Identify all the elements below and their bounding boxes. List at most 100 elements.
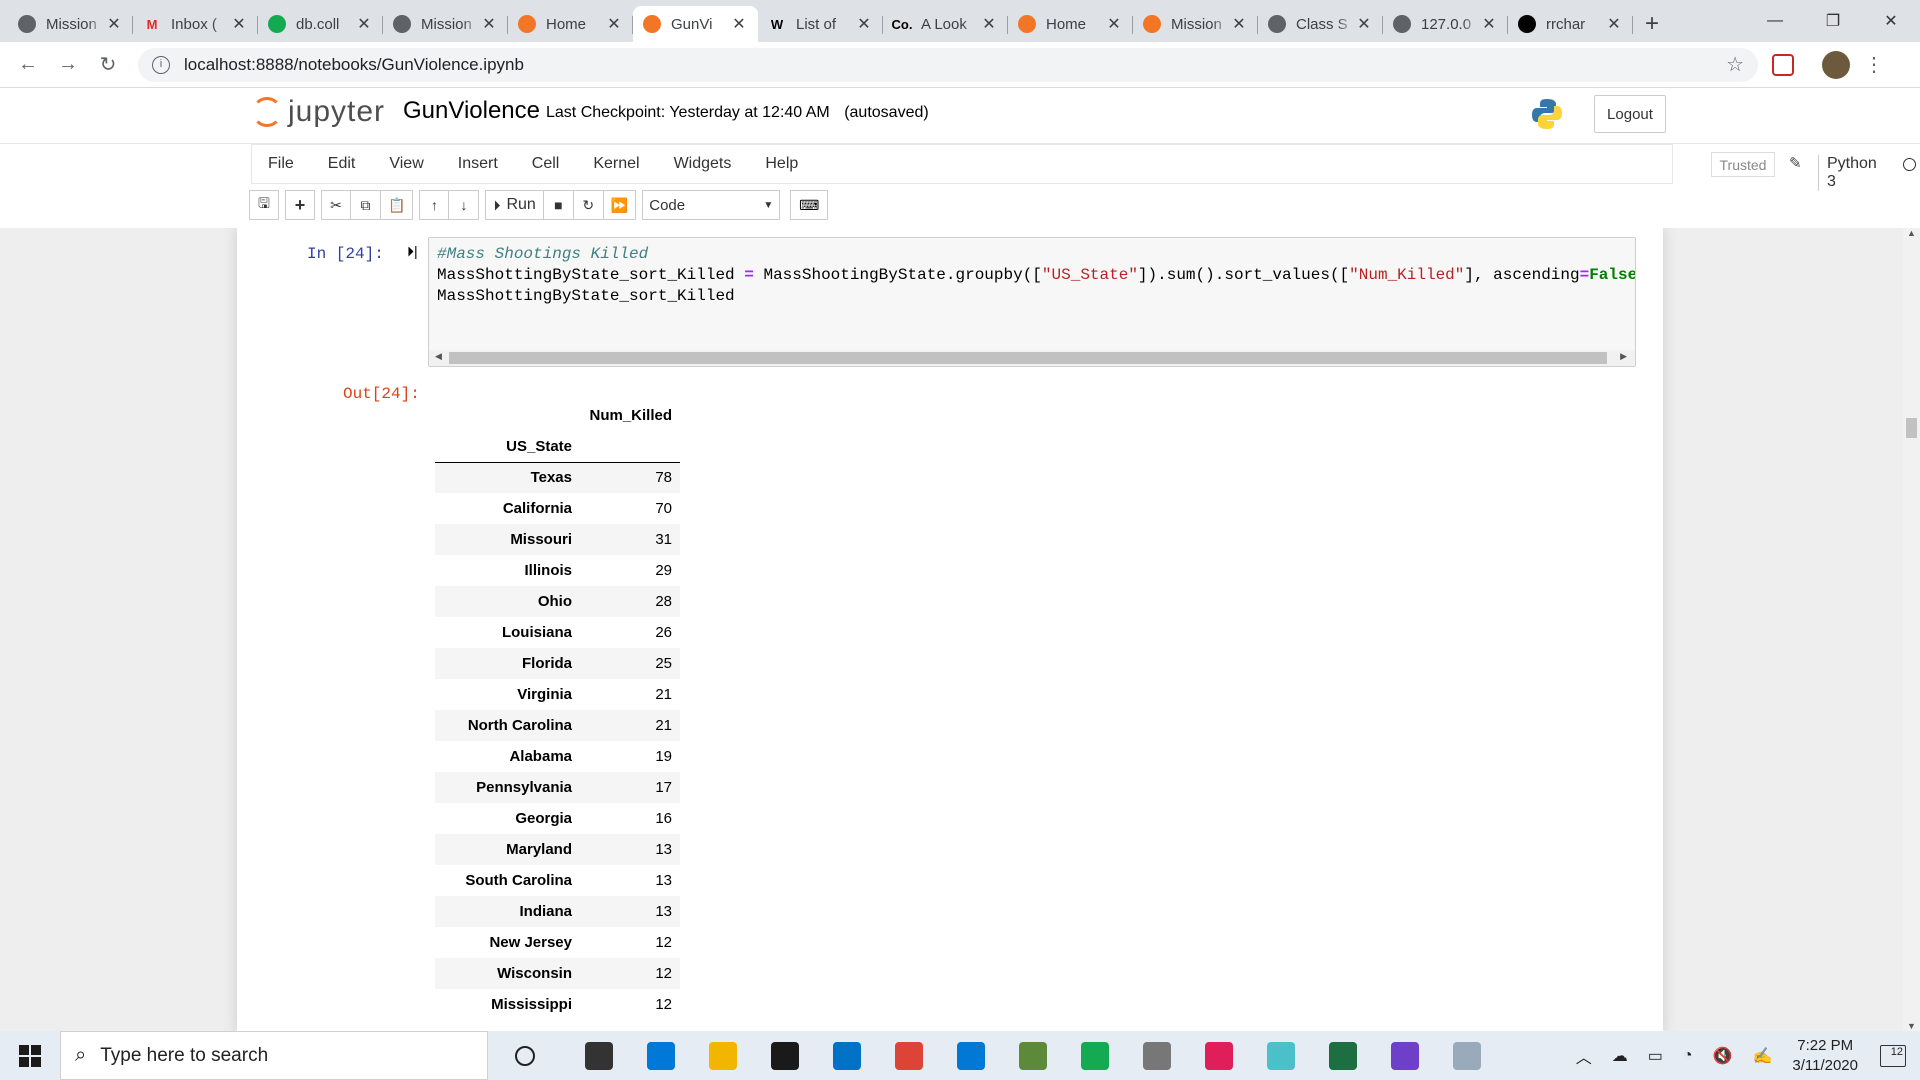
restore-button[interactable]: ❐ — [1804, 0, 1862, 42]
reload-button[interactable]: ↻ — [88, 52, 128, 77]
browser-tab[interactable]: Home ✕ — [508, 6, 633, 42]
close-icon[interactable]: ✕ — [1105, 14, 1123, 34]
chrome-icon[interactable] — [878, 1031, 940, 1080]
menu-item-kernel[interactable]: Kernel — [576, 155, 656, 173]
close-icon[interactable]: ✕ — [980, 14, 998, 34]
trusted-indicator[interactable]: Trusted — [1711, 152, 1775, 177]
vscode-icon[interactable] — [940, 1031, 1002, 1080]
scroll-up-icon[interactable]: ▲ — [1903, 228, 1920, 238]
browser-tab[interactable]: db.coll ✕ — [258, 6, 383, 42]
forward-button[interactable]: → — [48, 53, 88, 76]
menu-item-widgets[interactable]: Widgets — [657, 155, 749, 173]
gitkraken-icon[interactable] — [1250, 1031, 1312, 1080]
scrollbar-thumb[interactable] — [449, 352, 1607, 364]
onedrive-icon[interactable]: ☁ — [1612, 1046, 1628, 1066]
move-up-icon[interactable]: ↑ — [419, 190, 450, 220]
excel-icon[interactable] — [1312, 1031, 1374, 1080]
restart-run-all-icon[interactable]: ⏩ — [603, 190, 637, 220]
code-editor[interactable]: #Mass Shootings Killed MassShottingBySta… — [428, 237, 1636, 367]
close-icon[interactable]: ✕ — [855, 14, 873, 34]
github-desktop-icon[interactable] — [1374, 1031, 1436, 1080]
notebook-name[interactable]: GunViolence — [403, 97, 540, 125]
notifications-icon[interactable]: 12 — [1880, 1044, 1906, 1067]
browser-tab[interactable]: M Inbox (✕ — [133, 6, 258, 42]
menu-item-edit[interactable]: Edit — [311, 155, 373, 173]
wifi-icon[interactable]: ◔ — [1683, 1047, 1693, 1065]
interrupt-icon[interactable]: ■ — [543, 190, 574, 220]
scroll-left-icon[interactable]: ◀ — [435, 351, 442, 362]
run-button[interactable]: ⏵ Run — [485, 190, 544, 220]
back-button[interactable]: ← — [8, 53, 48, 76]
close-icon[interactable]: ✕ — [355, 14, 373, 34]
profile-avatar[interactable] — [1822, 50, 1850, 79]
close-icon[interactable]: ✕ — [230, 14, 248, 34]
notebook-area[interactable]: In [24]: ⏵| #Mass Shootings Killed MassS… — [0, 228, 1920, 1031]
menu-item-file[interactable]: File — [252, 155, 311, 173]
volume-muted-icon[interactable]: 🔇 — [1713, 1046, 1733, 1066]
insert-cell-icon[interactable]: + — [285, 190, 315, 220]
edge-icon[interactable] — [630, 1031, 692, 1080]
close-icon[interactable]: ✕ — [480, 14, 498, 34]
menu-item-help[interactable]: Help — [748, 155, 815, 173]
taskbar-search[interactable]: ⌕ Type here to search — [60, 1031, 488, 1080]
browser-tab[interactable]: Mission ✕ — [1133, 6, 1258, 42]
paste-icon[interactable]: 📋 — [381, 190, 414, 220]
close-window-button[interactable]: ✕ — [1862, 0, 1920, 42]
task-view-icon[interactable] — [568, 1031, 630, 1080]
command-palette-keyboard-icon[interactable]: ⌨ — [790, 190, 829, 220]
menu-item-cell[interactable]: Cell — [515, 155, 577, 173]
close-icon[interactable]: ✕ — [1230, 14, 1248, 34]
bookmark-star-icon[interactable]: ☆ — [1726, 52, 1744, 77]
code-text[interactable]: #Mass Shootings Killed MassShottingBySta… — [429, 238, 1635, 313]
store-icon[interactable] — [754, 1031, 816, 1080]
pen-icon[interactable] — [1126, 1031, 1188, 1080]
mail-icon[interactable] — [816, 1031, 878, 1080]
close-icon[interactable]: ✕ — [105, 14, 123, 34]
browser-tab[interactable]: W List of ✕ — [758, 6, 883, 42]
close-icon[interactable]: ✕ — [1605, 14, 1623, 34]
mongodb-compass-icon[interactable] — [1064, 1031, 1126, 1080]
code-horizontal-scrollbar[interactable]: ◀ ▶ — [429, 350, 1635, 366]
page-scrollbar-thumb[interactable] — [1906, 418, 1917, 438]
extension-icon[interactable] — [1772, 53, 1794, 76]
browser-tab[interactable]: GunVi ✕ — [633, 6, 758, 42]
info-icon[interactable]: i — [152, 55, 170, 74]
menu-item-view[interactable]: View — [372, 155, 440, 173]
menu-item-insert[interactable]: Insert — [441, 155, 515, 173]
close-icon[interactable]: ✕ — [1355, 14, 1373, 34]
logout-button[interactable]: Logout — [1594, 95, 1666, 133]
new-tab-button[interactable]: + — [1645, 6, 1659, 42]
show-hidden-icons-icon[interactable]: ︿ — [1576, 1044, 1592, 1068]
browser-tab[interactable]: Mission ✕ — [383, 6, 508, 42]
app-icon[interactable] — [1002, 1031, 1064, 1080]
start-button[interactable] — [0, 1031, 60, 1080]
battery-icon[interactable]: ▭ — [1648, 1046, 1663, 1066]
clock[interactable]: 7:22 PM 3/11/2020 — [1792, 1036, 1858, 1076]
browser-tab[interactable]: Co. A Look ✕ — [883, 6, 1008, 42]
browser-tab[interactable]: Class S ✕ — [1258, 6, 1383, 42]
move-down-icon[interactable]: ↓ — [449, 190, 480, 220]
file-explorer-icon[interactable] — [692, 1031, 754, 1080]
cut-icon[interactable]: ✂ — [321, 190, 351, 220]
copy-icon[interactable]: ⧉ — [351, 190, 381, 220]
scroll-right-icon[interactable]: ▶ — [1620, 351, 1627, 362]
page-scrollbar[interactable]: ▲ ▼ — [1903, 228, 1920, 1031]
browser-tab[interactable]: Mission ✕ — [8, 6, 133, 42]
browser-menu-icon[interactable]: ⋮ — [1864, 52, 1884, 77]
url-bar[interactable]: i localhost:8888/notebooks/GunViolence.i… — [138, 47, 1758, 82]
run-cell-icon[interactable]: ⏵| — [407, 243, 418, 260]
paint-icon[interactable] — [1436, 1031, 1498, 1080]
slack-icon[interactable] — [1188, 1031, 1250, 1080]
jupyter-logo[interactable]: jupyter — [252, 95, 385, 129]
browser-tab[interactable]: Home ✕ — [1008, 6, 1133, 42]
browser-tab[interactable]: rrchar ✕ — [1508, 6, 1633, 42]
minimize-button[interactable]: — — [1746, 0, 1804, 42]
url-text[interactable]: localhost:8888/notebooks/GunViolence.ipy… — [184, 55, 524, 75]
cell-type-select[interactable]: Code ▼ — [642, 190, 781, 220]
save-icon[interactable]: 🖫 — [249, 190, 279, 220]
cortana-icon[interactable] — [494, 1031, 556, 1080]
scroll-down-icon[interactable]: ▼ — [1903, 1021, 1920, 1031]
close-icon[interactable]: ✕ — [605, 14, 623, 34]
restart-icon[interactable]: ↻ — [573, 190, 604, 220]
edit-pencil-icon[interactable]: ✎ — [1789, 154, 1802, 172]
